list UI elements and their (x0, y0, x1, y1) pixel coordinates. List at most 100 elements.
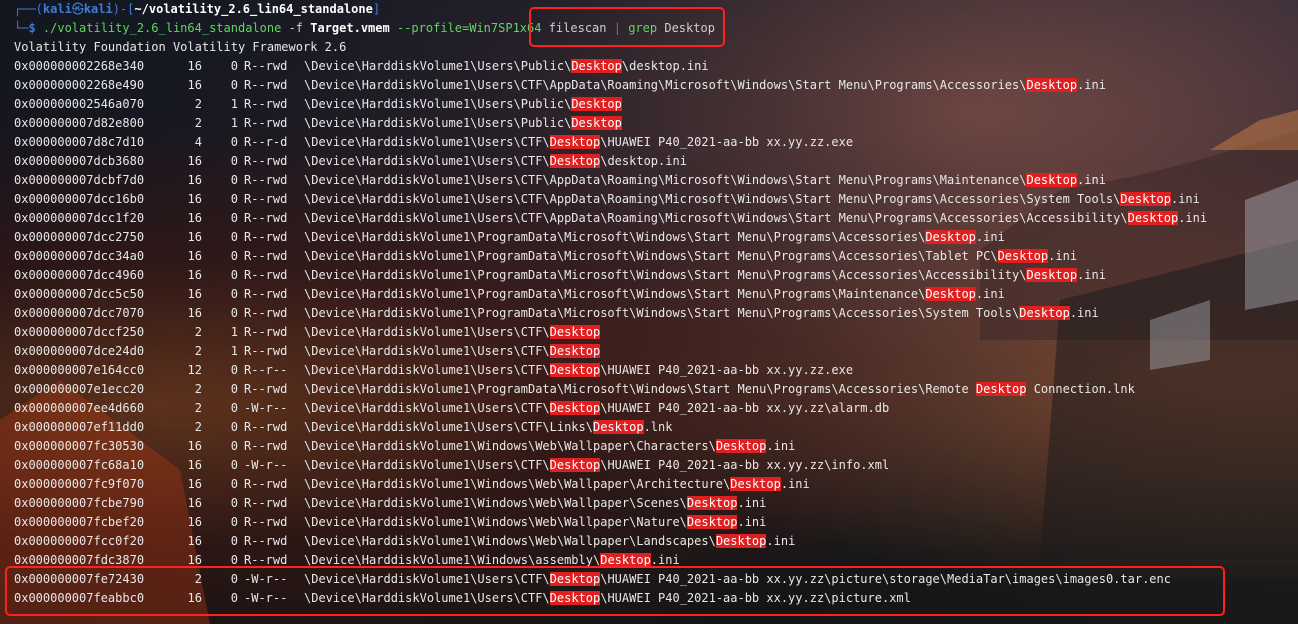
handle-count-cell: 0 (230, 154, 238, 168)
path-prefix: \Device\HarddiskVolume1\Users\CTF\AppDat… (304, 211, 1128, 225)
command-executable: ./volatility_2.6_lin64_standalone (42, 21, 282, 35)
prompt-frame: ┌──( (14, 2, 43, 16)
handle-count-cell: 0 (230, 591, 238, 605)
result-row: 0x000000007dce24d0 2 1 R--rwd \Device\Harddi… (14, 342, 601, 361)
path-prefix: \Device\HarddiskVolume1\Users\CTF\ (304, 154, 550, 168)
grep-match-highlight: Desktop (549, 363, 601, 377)
handle-count-cell: 0 (230, 515, 238, 529)
offset-cell: 0x000000007dcc2750 (14, 230, 145, 244)
offset-cell: 0x000000007ee4d660 (14, 401, 145, 415)
offset-cell: 0x000000007dcbf7d0 (14, 173, 145, 187)
ptr-count-cell: 2 (194, 382, 202, 396)
offset-cell: 0x000000007fcc0f20 (14, 534, 145, 548)
ptr-count-cell: 16 (187, 477, 202, 491)
access-cell: R--rwd (244, 78, 288, 92)
path-prefix: \Device\HarddiskVolume1\Users\CTF\ (304, 325, 550, 339)
grep-match-highlight: Desktop (1127, 211, 1179, 225)
access-cell: R--rwd (244, 477, 288, 491)
access-cell: R--rwd (244, 154, 288, 168)
access-cell: -W-r-- (244, 591, 288, 605)
path-prefix: \Device\HarddiskVolume1\ProgramData\Micr… (304, 249, 998, 263)
path-prefix: \Device\HarddiskVolume1\Windows\Web\Wall… (304, 515, 687, 529)
terminal-window[interactable]: ┌──(kali㉿kali)-[~/volatility_2.6_lin64_s… (0, 0, 1298, 624)
access-cell: -W-r-- (244, 572, 288, 586)
handle-count-cell: 0 (230, 249, 238, 263)
path-prefix: \Device\HarddiskVolume1\ProgramData\Micr… (304, 382, 976, 396)
result-row: 0x000000007e1ecc20 2 0 R--rwd \Device\Harddi… (14, 380, 1135, 399)
offset-cell: 0x000000007d8c7d10 (14, 135, 145, 149)
grep-match-highlight: Desktop (715, 534, 767, 548)
path-prefix: \Device\HarddiskVolume1\ProgramData\Micr… (304, 306, 1020, 320)
grep-match-highlight: Desktop (549, 154, 601, 168)
prompt-host: kali (83, 2, 113, 16)
path-suffix: .ini (766, 534, 796, 548)
offset-cell: 0x000000007fcbe790 (14, 496, 145, 510)
ptr-count-cell: 4 (194, 135, 202, 149)
path-suffix: .ini (1077, 173, 1106, 187)
handle-count-cell: 0 (230, 477, 238, 491)
access-cell: R--rwd (244, 553, 288, 567)
result-row: 0x000000007d8c7d10 4 0 R--r-d \Device\Harddi… (14, 133, 853, 152)
ptr-count-cell: 2 (194, 420, 202, 434)
access-cell: R--r-d (244, 135, 288, 149)
command-line[interactable]: └─$ ./volatility_2.6_lin64_standalone -f… (14, 19, 715, 38)
path-suffix: .ini (1077, 268, 1106, 282)
result-row: 0x000000007fc9f070 16 0 R--rwd \Device\Hardd… (14, 475, 810, 494)
access-cell: R--rwd (244, 230, 288, 244)
prompt-user: kali (42, 2, 72, 16)
access-cell: R--r-- (244, 363, 288, 377)
path-prefix: \Device\HarddiskVolume1\ProgramData\Micr… (304, 287, 926, 301)
path-suffix: \HUAWEI P40_2021-aa-bb xx.yy.zz\info.xml (600, 458, 890, 472)
result-row: 0x000000007dccf250 2 1 R--rwd \Device\Harddi… (14, 323, 601, 342)
command-plugin: filescan (548, 21, 607, 35)
handle-count-cell: 0 (230, 553, 238, 567)
path-prefix: \Device\HarddiskVolume1\Users\CTF\ (304, 572, 550, 586)
handle-count-cell: 0 (230, 420, 238, 434)
result-row: 0x000000007feabbc0 16 0 -W-r-- \Device\Hardd… (14, 589, 911, 608)
result-row: 0x000000007ee4d660 2 0 -W-r-- \Device\Harddi… (14, 399, 889, 418)
prompt-frame: )-[ (112, 2, 135, 16)
ptr-count-cell: 2 (194, 97, 202, 111)
path-prefix: \Device\HarddiskVolume1\Users\CTF\ (304, 401, 550, 415)
handle-count-cell: 0 (230, 287, 238, 301)
access-cell: R--rwd (244, 439, 288, 453)
path-prefix: \Device\HarddiskVolume1\Users\CTF\ (304, 458, 550, 472)
result-row: 0x000000007dcc1f20 16 0 R--rwd \Device\Hardd… (14, 209, 1207, 228)
handle-count-cell: 0 (230, 192, 238, 206)
path-prefix: \Device\HarddiskVolume1\Windows\assembly… (304, 553, 601, 567)
result-row: 0x000000007dcc5c50 16 0 R--rwd \Device\Hardd… (14, 285, 1005, 304)
path-suffix: .ini (737, 515, 767, 529)
result-row: 0x000000007fc68a10 16 0 -W-r-- \Device\Hardd… (14, 456, 889, 475)
access-cell: R--rwd (244, 192, 288, 206)
grep-match-highlight: Desktop (549, 401, 601, 415)
path-prefix: \Device\HarddiskVolume1\Users\CTF\Links\ (304, 420, 593, 434)
prompt-at-glyph: ㉿ (71, 2, 84, 16)
result-row: 0x000000007dcc4960 16 0 R--rwd \Device\Hardd… (14, 266, 1106, 285)
ptr-count-cell: 16 (187, 268, 202, 282)
result-row: 0x000000007fe72430 2 0 -W-r-- \Device\Harddi… (14, 570, 1171, 589)
ptr-count-cell: 16 (187, 287, 202, 301)
offset-cell: 0x000000007dcb3680 (14, 154, 145, 168)
path-suffix: .ini (1048, 249, 1078, 263)
offset-cell: 0x000000007d82e800 (14, 116, 145, 130)
access-cell: R--rwd (244, 344, 288, 358)
offset-cell: 0x000000007ef11dd0 (14, 420, 145, 434)
path-prefix: \Device\HarddiskVolume1\Users\CTF\ (304, 591, 550, 605)
output-header: Volatility Foundation Volatility Framewo… (14, 40, 347, 54)
path-prefix: \Device\HarddiskVolume1\Users\CTF\AppDat… (304, 192, 1121, 206)
result-row: 0x000000007fdc3870 16 0 R--rwd \Device\Hardd… (14, 551, 680, 570)
path-prefix: \Device\HarddiskVolume1\Windows\Web\Wall… (304, 477, 731, 491)
handle-count-cell: 1 (230, 344, 238, 358)
path-prefix: \Device\HarddiskVolume1\Users\CTF\AppDat… (304, 173, 1027, 187)
ptr-count-cell: 16 (187, 211, 202, 225)
path-prefix: \Device\HarddiskVolume1\ProgramData\Micr… (304, 230, 926, 244)
offset-cell: 0x000000007fcbef20 (14, 515, 145, 529)
result-row: 0x000000007d82e800 2 1 R--rwd \Device\Harddi… (14, 114, 622, 133)
offset-cell: 0x000000002268e340 (14, 59, 145, 73)
access-cell: R--rwd (244, 116, 288, 130)
path-suffix: .ini (766, 439, 796, 453)
grep-match-highlight: Desktop (571, 59, 622, 73)
path-prefix: \Device\HarddiskVolume1\Users\CTF\ (304, 344, 550, 358)
path-prefix: \Device\HarddiskVolume1\Windows\Web\Wall… (304, 439, 716, 453)
path-prefix: \Device\HarddiskVolume1\Users\Public\ (304, 59, 572, 73)
